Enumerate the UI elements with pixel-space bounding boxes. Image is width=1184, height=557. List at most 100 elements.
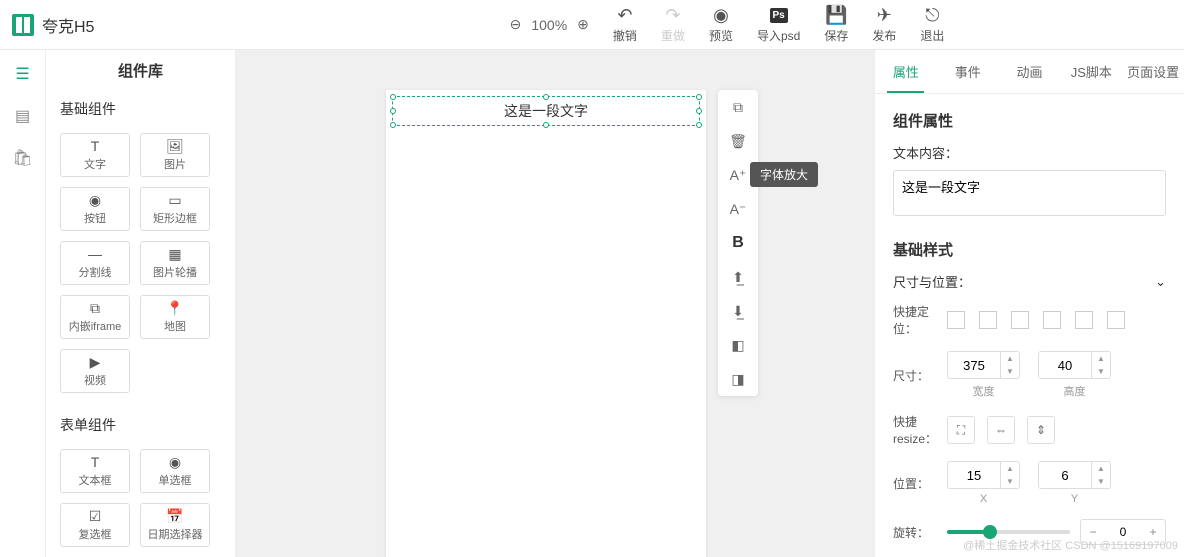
zoom-in-icon[interactable]: ⊕ bbox=[577, 16, 589, 33]
spin-up[interactable]: ▲ bbox=[1092, 462, 1110, 475]
component-card[interactable]: ◉按钮 bbox=[60, 187, 130, 231]
align-bottom-button[interactable] bbox=[1107, 311, 1125, 329]
toolbar: ⊖ 100% ⊕ ↶ 撤销 ↷ 重做 ◉ 预览 Ps 导入psd 💾 保存 ✈ … bbox=[282, 5, 1172, 44]
font-decrease-button[interactable]: A⁻ bbox=[718, 192, 758, 226]
position-label: 位置： bbox=[893, 475, 937, 492]
size-label: 尺寸： bbox=[893, 367, 937, 384]
eye-icon: ◉ bbox=[713, 5, 729, 25]
align-center-button[interactable] bbox=[979, 311, 997, 329]
component-card[interactable]: ◉单选框 bbox=[140, 449, 210, 493]
resize-handle[interactable] bbox=[390, 94, 396, 100]
resize-height-button[interactable]: ⇕ bbox=[1027, 416, 1055, 444]
resize-handle[interactable] bbox=[390, 122, 396, 128]
rail-pages[interactable]: ▤ bbox=[11, 104, 35, 128]
component-card[interactable]: ▭矩形边框 bbox=[140, 187, 210, 231]
component-label: 文字 bbox=[84, 156, 106, 172]
component-icon: T bbox=[91, 138, 100, 154]
resize-full-button[interactable]: ⛶ bbox=[947, 416, 975, 444]
resize-handle[interactable] bbox=[696, 94, 702, 100]
component-card[interactable]: ▦图片轮播 bbox=[140, 241, 210, 285]
tab-事件[interactable]: 事件 bbox=[937, 50, 999, 93]
component-card[interactable]: T文本框 bbox=[60, 449, 130, 493]
height-input[interactable]: ▲▼ bbox=[1038, 351, 1111, 379]
component-label: 视频 bbox=[84, 372, 106, 388]
redo-icon: ↷ bbox=[665, 5, 680, 25]
width-input[interactable]: ▲▼ bbox=[947, 351, 1020, 379]
rotate-slider[interactable] bbox=[947, 530, 1070, 534]
delete-button[interactable]: 🗑 bbox=[718, 124, 758, 158]
spin-up[interactable]: ▲ bbox=[1092, 352, 1110, 365]
watermark: @稀土掘金技术社区 CSDN @15169197009 bbox=[963, 537, 1178, 553]
component-label: 地图 bbox=[164, 318, 186, 334]
component-card[interactable]: —分割线 bbox=[60, 241, 130, 285]
undo-button[interactable]: ↶ 撤销 bbox=[613, 5, 637, 44]
tab-属性[interactable]: 属性 bbox=[875, 50, 937, 93]
component-icon: — bbox=[88, 246, 102, 262]
redo-button[interactable]: ↷ 重做 bbox=[661, 5, 685, 44]
resize-handle[interactable] bbox=[696, 122, 702, 128]
text-content-input[interactable] bbox=[893, 170, 1166, 216]
tab-页面设置[interactable]: 页面设置 bbox=[1122, 50, 1184, 93]
import-psd-button[interactable]: Ps 导入psd bbox=[757, 5, 800, 44]
publish-button[interactable]: ✈ 发布 bbox=[872, 5, 896, 44]
chevron-down-icon[interactable]: ⌄ bbox=[1155, 274, 1166, 290]
align-top-button[interactable]: ⬆̲ bbox=[718, 260, 758, 294]
component-card[interactable]: ☑复选框 bbox=[60, 503, 130, 547]
component-icon: ◉ bbox=[89, 192, 101, 208]
align-right-button[interactable] bbox=[1011, 311, 1029, 329]
align-buttons bbox=[947, 311, 1125, 329]
save-icon: 💾 bbox=[825, 5, 847, 25]
bold-button[interactable]: B bbox=[718, 226, 758, 260]
resize-handle[interactable] bbox=[543, 122, 549, 128]
copy-button[interactable]: ⧉ bbox=[718, 90, 758, 124]
logo-icon bbox=[12, 14, 34, 36]
component-label: 图片轮播 bbox=[153, 264, 197, 280]
preview-button[interactable]: ◉ 预览 bbox=[709, 5, 733, 44]
y-input[interactable]: ▲▼ bbox=[1038, 461, 1111, 489]
app-name: 夸克H5 bbox=[42, 13, 94, 37]
component-label: 图片 bbox=[164, 156, 186, 172]
resize-handle[interactable] bbox=[696, 108, 702, 114]
align-top-button[interactable] bbox=[1043, 311, 1061, 329]
spin-down[interactable]: ▼ bbox=[1092, 365, 1110, 378]
selected-text-element[interactable]: 这是一段文字 bbox=[392, 96, 700, 126]
component-label: 复选框 bbox=[79, 526, 112, 542]
save-button[interactable]: 💾 保存 bbox=[824, 5, 848, 44]
spin-up[interactable]: ▲ bbox=[1001, 462, 1019, 475]
rail-assets[interactable]: 🛍 bbox=[11, 146, 35, 170]
component-card[interactable]: T 文字 bbox=[60, 133, 130, 177]
tab-动画[interactable]: 动画 bbox=[999, 50, 1061, 93]
component-card[interactable]: 📅日期选择器 bbox=[140, 503, 210, 547]
canvas[interactable]: 这是一段文字 bbox=[386, 90, 706, 557]
exit-icon: ⎋ bbox=[925, 5, 939, 25]
resize-handle[interactable] bbox=[543, 94, 549, 100]
component-card[interactable]: ⧉内嵌iframe bbox=[60, 295, 130, 339]
tab-JS脚本[interactable]: JS脚本 bbox=[1060, 50, 1122, 93]
component-label: 内嵌iframe bbox=[69, 318, 122, 334]
x-input[interactable]: ▲▼ bbox=[947, 461, 1020, 489]
resize-width-button[interactable]: ⇔ bbox=[987, 416, 1015, 444]
align-left-button[interactable] bbox=[947, 311, 965, 329]
canvas-area[interactable]: 这是一段文字 ⧉ 🗑 A⁺ A⁻ B ⬆̲ ⬇̲ ◧ ◨ 字体放大 bbox=[236, 50, 874, 557]
zoom-out-icon[interactable]: ⊖ bbox=[510, 16, 522, 33]
spin-down[interactable]: ▼ bbox=[1001, 365, 1019, 378]
resize-handle[interactable] bbox=[390, 108, 396, 114]
align-middle-button[interactable] bbox=[1075, 311, 1093, 329]
tooltip: 字体放大 bbox=[750, 162, 818, 187]
align-bottom-button[interactable]: ⬇̲ bbox=[718, 294, 758, 328]
spin-down[interactable]: ▼ bbox=[1001, 475, 1019, 488]
section-title: 基础样式 bbox=[893, 239, 1166, 260]
component-icon: T bbox=[91, 454, 100, 470]
component-card[interactable]: ▶视频 bbox=[60, 349, 130, 393]
exit-button[interactable]: ⎋ 退出 bbox=[920, 5, 944, 44]
component-card[interactable]: 🖼图片 bbox=[140, 133, 210, 177]
spin-down[interactable]: ▼ bbox=[1092, 475, 1110, 488]
layer-back-button[interactable]: ◨ bbox=[718, 362, 758, 396]
component-card[interactable]: 📍地图 bbox=[140, 295, 210, 339]
section-title: 表单组件 bbox=[46, 409, 235, 441]
rotate-label: 旋转： bbox=[893, 524, 937, 541]
rail-components[interactable]: ☰ bbox=[11, 62, 35, 86]
spin-up[interactable]: ▲ bbox=[1001, 352, 1019, 365]
section-title: 基础组件 bbox=[46, 93, 235, 125]
layer-front-button[interactable]: ◧ bbox=[718, 328, 758, 362]
